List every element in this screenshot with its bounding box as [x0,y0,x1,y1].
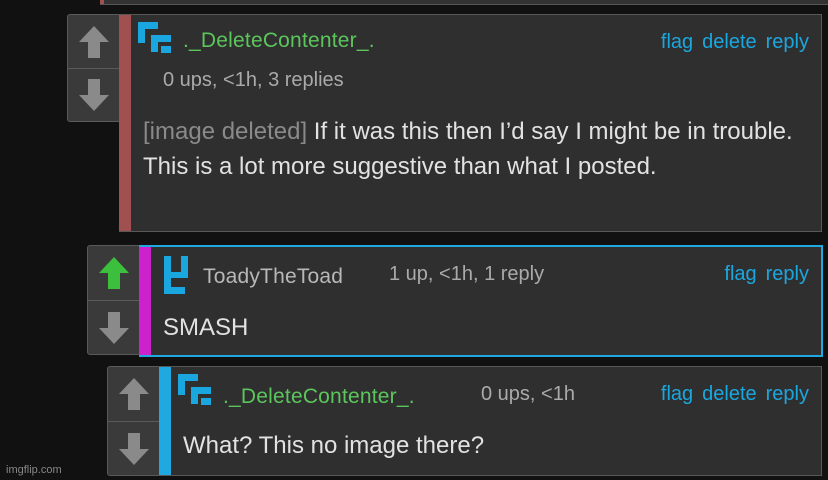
username-link[interactable]: ToadyTheToad [203,265,343,289]
comment-text: [image deleted] If it was this then I’d … [143,114,803,184]
comment-text: What? This no image there? [183,432,485,459]
reply-link[interactable]: reply [766,263,809,286]
avatar-icon[interactable] [163,255,191,295]
up-arrow-icon [79,25,109,58]
reply-link[interactable]: reply [766,383,809,406]
imgflip-watermark: imgflip.com [6,464,62,476]
vote-box-1 [67,14,121,122]
upvote-button-1[interactable] [68,15,120,68]
downvote-button-2[interactable] [88,301,140,354]
username-link[interactable]: ._DeleteContenter_. [183,29,375,53]
comment-meta: 0 ups, <1h, 3 replies [163,69,344,91]
reply-link[interactable]: reply [766,31,809,54]
flag-link[interactable]: flag [661,31,693,54]
up-arrow-icon [119,378,149,410]
previous-comment-accent [100,0,104,4]
up-arrow-icon [99,257,129,289]
comment-actions: flag delete reply [661,31,809,54]
comment-accent-bar [119,15,131,231]
avatar-icon[interactable] [137,21,181,55]
comment-body-2: ToadyTheToad 1 up, <1h, 1 reply flag rep… [139,245,823,357]
down-arrow-icon [119,432,149,465]
delete-link[interactable]: delete [702,31,757,54]
delete-link[interactable]: delete [702,383,757,406]
comment-actions: flag reply [724,263,809,286]
comment-meta: 0 ups, <1h [481,383,575,405]
comment-body-3: ._DeleteContenter_. 0 ups, <1h flag dele… [159,366,822,476]
flag-link[interactable]: flag [724,263,756,286]
down-arrow-icon [99,311,129,344]
comment-actions: flag delete reply [661,383,809,406]
comment-body-1: ._DeleteContenter_. flag delete reply 0 … [119,14,822,232]
avatar-icon[interactable] [177,373,221,407]
comment-text: SMASH [163,314,249,341]
comment-meta: 1 up, <1h, 1 reply [389,263,545,285]
flag-link[interactable]: flag [661,383,693,406]
downvote-button-1[interactable] [68,69,120,121]
vote-box-2 [87,245,141,355]
downvote-button-3[interactable] [108,422,160,475]
vote-box-3 [107,366,161,476]
previous-comment-edge [100,0,828,5]
comment-accent-bar [159,367,171,475]
comment-accent-bar [139,247,151,355]
username-link[interactable]: ._DeleteContenter_. [223,385,415,409]
upvote-button-3[interactable] [108,367,160,421]
deleted-image-label: [image deleted] [143,118,308,145]
upvote-button-2[interactable] [88,246,140,300]
down-arrow-icon [79,79,109,111]
